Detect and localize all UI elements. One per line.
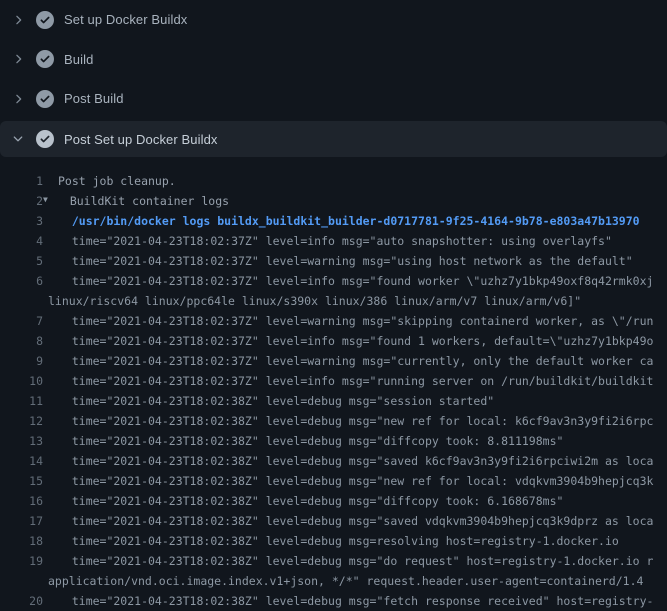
log-row: 12 time="2021-04-23T18:02:38Z" level=deb… (0, 411, 667, 431)
line-number[interactable]: 14 (0, 451, 43, 471)
log-row: 2 ▼ BuildKit container logs (0, 191, 667, 211)
log-text: time="2021-04-23T18:02:38Z" level=debug … (58, 491, 563, 511)
line-number[interactable]: 1 (0, 171, 43, 191)
step-title: Build (64, 52, 93, 67)
log-row: 15 time="2021-04-23T18:02:38Z" level=deb… (0, 471, 667, 491)
log-row: 14 time="2021-04-23T18:02:38Z" level=deb… (0, 451, 667, 471)
log-row: 5 time="2021-04-23T18:02:37Z" level=warn… (0, 251, 667, 271)
line-number[interactable]: 12 (0, 411, 43, 431)
log-viewer: 1 Post job cleanup. 2 ▼ BuildKit containe… (0, 171, 667, 611)
line-number[interactable]: 5 (0, 251, 43, 271)
log-row: 8 time="2021-04-23T18:02:37Z" level=info… (0, 331, 667, 351)
chevron-icon-wrap (10, 51, 26, 67)
check-circle-icon (36, 11, 54, 29)
chevron-right-icon (11, 13, 25, 27)
log-text: time="2021-04-23T18:02:38Z" level=debug … (58, 451, 653, 471)
log-text: Post job cleanup. (58, 171, 176, 191)
log-row: 17 time="2021-04-23T18:02:38Z" level=deb… (0, 511, 667, 531)
step-title: Post Build (64, 91, 124, 106)
log-text: time="2021-04-23T18:02:38Z" level=debug … (58, 411, 653, 431)
chevron-icon-wrap (10, 91, 26, 107)
log-text: time="2021-04-23T18:02:37Z" level=warnin… (58, 311, 653, 331)
line-number[interactable]: 18 (0, 531, 43, 551)
log-text: time="2021-04-23T18:02:37Z" level=warnin… (58, 251, 633, 271)
log-text: time="2021-04-23T18:02:37Z" level=info m… (58, 271, 653, 291)
log-row: 1 Post job cleanup. (0, 171, 667, 191)
group-toggle-label[interactable]: BuildKit container logs (70, 191, 229, 211)
log-row: 11 time="2021-04-23T18:02:38Z" level=deb… (0, 391, 667, 411)
log-row: 7 time="2021-04-23T18:02:37Z" level=warn… (0, 311, 667, 331)
line-number[interactable]: 16 (0, 491, 43, 511)
line-number[interactable]: 13 (0, 431, 43, 451)
log-text: time="2021-04-23T18:02:37Z" level=info m… (58, 331, 653, 351)
line-number[interactable]: 4 (0, 231, 43, 251)
log-text: linux/riscv64 linux/ppc64le linux/s390x … (48, 291, 581, 311)
log-text: time="2021-04-23T18:02:38Z" level=debug … (58, 431, 563, 451)
step-title: Set up Docker Buildx (64, 12, 187, 27)
log-row: 13 time="2021-04-23T18:02:38Z" level=deb… (0, 431, 667, 451)
step-row-post-set-up-docker-buildx[interactable]: Post Set up Docker Buildx (0, 121, 667, 157)
log-row: 20 time="2021-04-23T18:02:38Z" level=deb… (0, 591, 667, 611)
line-number[interactable] (0, 571, 43, 591)
log-row: linux/riscv64 linux/ppc64le linux/s390x … (0, 291, 667, 311)
log-row: 10 time="2021-04-23T18:02:37Z" level=inf… (0, 371, 667, 391)
line-number[interactable]: 19 (0, 551, 43, 571)
log-text: time="2021-04-23T18:02:38Z" level=debug … (58, 591, 653, 611)
line-number[interactable]: 17 (0, 511, 43, 531)
log-row: 9 time="2021-04-23T18:02:37Z" level=warn… (0, 351, 667, 371)
check-circle-icon (36, 90, 54, 108)
log-text: time="2021-04-23T18:02:37Z" level=info m… (58, 371, 653, 391)
chevron-right-icon (11, 52, 25, 66)
log-text: time="2021-04-23T18:02:38Z" level=debug … (58, 391, 494, 411)
log-text: application/vnd.oci.image.index.v1+json,… (48, 571, 643, 591)
log-row: 18 time="2021-04-23T18:02:38Z" level=deb… (0, 531, 667, 551)
log-row: 6 time="2021-04-23T18:02:37Z" level=info… (0, 271, 667, 291)
log-text: time="2021-04-23T18:02:37Z" level=warnin… (58, 351, 653, 371)
group-expand-triangle-icon[interactable]: ▼ (43, 191, 48, 210)
line-number[interactable]: 9 (0, 351, 43, 371)
log-row: 3 /usr/bin/docker logs buildx_buildkit_b… (0, 211, 667, 231)
log-text: time="2021-04-23T18:02:38Z" level=debug … (58, 511, 653, 531)
line-number[interactable]: 2 (0, 191, 43, 211)
line-number[interactable]: 8 (0, 331, 43, 351)
line-number[interactable]: 15 (0, 471, 43, 491)
step-row-set-up-docker-buildx[interactable]: Set up Docker Buildx (0, 0, 667, 39)
chevron-icon-wrap (10, 12, 26, 28)
log-text: /usr/bin/docker logs buildx_buildkit_bui… (58, 211, 640, 231)
line-number[interactable]: 20 (0, 591, 43, 611)
line-number[interactable]: 7 (0, 311, 43, 331)
log-text: time="2021-04-23T18:02:38Z" level=debug … (58, 531, 619, 551)
chevron-down-icon (11, 132, 25, 146)
log-text: time="2021-04-23T18:02:37Z" level=info m… (58, 231, 612, 251)
step-title: Post Set up Docker Buildx (64, 132, 218, 147)
check-circle-icon (36, 130, 54, 148)
log-text: time="2021-04-23T18:02:38Z" level=debug … (58, 471, 653, 491)
log-row: 16 time="2021-04-23T18:02:38Z" level=deb… (0, 491, 667, 511)
step-row-build[interactable]: Build (0, 40, 667, 79)
step-row-post-build[interactable]: Post Build (0, 79, 667, 118)
check-circle-icon (36, 50, 54, 68)
line-number[interactable]: 6 (0, 271, 43, 291)
chevron-right-icon (11, 92, 25, 106)
line-number[interactable]: 10 (0, 371, 43, 391)
log-row: application/vnd.oci.image.index.v1+json,… (0, 571, 667, 591)
line-number[interactable]: 3 (0, 211, 43, 231)
log-text: time="2021-04-23T18:02:38Z" level=debug … (58, 551, 653, 571)
line-number[interactable] (0, 291, 43, 311)
log-row: 4 time="2021-04-23T18:02:37Z" level=info… (0, 231, 667, 251)
line-number[interactable]: 11 (0, 391, 43, 411)
chevron-icon-wrap (10, 131, 26, 147)
log-row: 19 time="2021-04-23T18:02:38Z" level=deb… (0, 551, 667, 571)
